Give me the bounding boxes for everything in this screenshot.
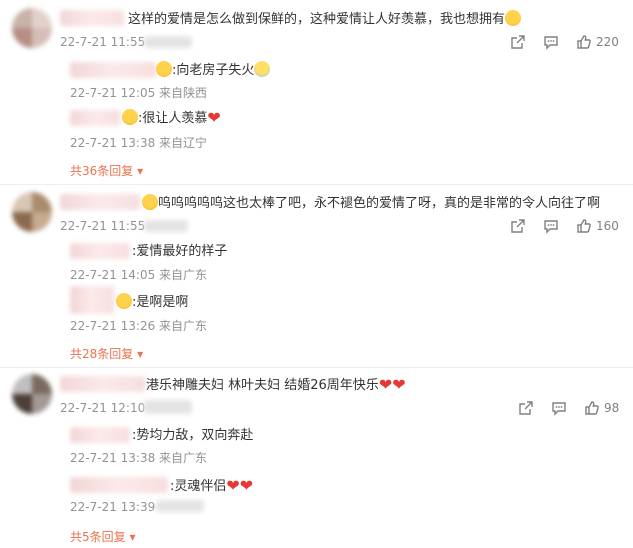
heart-eyes-emoji-icon [116,293,132,309]
source-blur [156,500,204,512]
chevron-down-icon: ▾ [133,164,144,178]
comment-button[interactable] [543,218,559,234]
red-heart-icon: ❤ [239,476,254,495]
source-blur [144,220,188,232]
comment-icon [543,218,559,234]
reply-username[interactable] [70,62,156,78]
timestamp: 22-7-21 11:55 [60,35,146,49]
heart-eyes-emoji-icon [122,109,138,125]
thumbs-up-icon [584,400,600,416]
source-blur [144,36,192,48]
red-heart-icon: ❤ [207,108,221,127]
share-icon [510,34,526,50]
reply-text: :势均力敌，双向奔赴 [132,428,254,443]
comment-text: 港乐神雕夫妇 林叶夫妇 结婚26周年快乐❤❤ [146,375,406,394]
reply-meta: 22-7-21 13:39 [70,500,156,514]
reply-meta: 22-7-21 14:05 来自广东 [70,268,208,282]
share-button[interactable] [510,34,526,50]
comment-button[interactable] [551,400,567,416]
reply-text: :是啊是啊 [116,293,188,311]
red-heart-icon: ❤ [378,375,393,394]
reply-text: :灵魂伴侣❤❤ [170,476,254,495]
reply-meta: 22-7-21 12:05 来自陕西 [70,86,208,100]
thumbs-up-icon [576,34,592,50]
username[interactable] [60,194,140,210]
laughing-emoji-icon [505,10,522,26]
reply-meta: 22-7-21 13:38 来自广东 [70,451,208,465]
like-button[interactable]: 220 [576,34,619,50]
reply-meta: 22-7-21 13:38 来自辽宁 [70,136,208,150]
heart-eyes-emoji-icon [156,61,172,77]
red-heart-icon: ❤ [392,375,406,394]
avatar[interactable] [12,8,52,48]
reply-username[interactable] [70,110,120,126]
timestamp: 22-7-21 12:10 [60,401,146,415]
comment-text: 呜呜呜呜呜这也太棒了吧，永不褪色的爱情了呀，真的是非常的令人向往了啊 [142,194,600,212]
chevron-down-icon: ▾ [133,347,144,361]
divider [0,184,633,185]
like-count: 220 [596,35,619,49]
reply-username[interactable] [70,243,130,259]
username[interactable] [60,10,124,26]
reply-username[interactable] [70,477,168,493]
avatar[interactable] [12,192,52,232]
reply-username[interactable] [70,286,114,314]
more-replies-link[interactable]: 共36条回复 ▾ [70,162,143,179]
reply-text: :向老房子失火 [156,61,271,79]
thumbs-up-icon [576,218,592,234]
like-button[interactable]: 98 [584,400,619,416]
divider [0,367,633,368]
heart-eyes-emoji-icon [142,194,158,210]
share-icon [518,400,534,416]
comment-button[interactable] [543,34,559,50]
share-button[interactable] [510,218,526,234]
comment-icon [543,34,559,50]
like-count: 160 [596,219,619,233]
reply-text: :很让人羡慕❤ [122,109,221,127]
reply-username[interactable] [70,427,130,443]
comment-icon [551,400,567,416]
reply-meta: 22-7-21 13:26 来自广东 [70,319,208,333]
avatar[interactable] [12,374,52,414]
share-icon [510,218,526,234]
reply-text: :爱情最好的样子 [132,244,228,259]
more-replies-link[interactable]: 共28条回复 ▾ [70,345,143,362]
like-button[interactable]: 160 [576,218,619,234]
red-heart-icon: ❤ [226,476,240,495]
username[interactable] [60,376,146,392]
crying-emoji-icon [254,61,271,77]
more-replies-link[interactable]: 共5条回复 ▾ [70,528,135,545]
source-blur [144,400,192,414]
timestamp: 22-7-21 11:55 [60,219,146,233]
like-count: 98 [604,401,620,415]
chevron-down-icon: ▾ [125,530,136,544]
share-button[interactable] [518,400,534,416]
comment-text: 这样的爱情是怎么做到保鲜的，这种爱情让人好羡慕，我也想拥有 [128,10,522,28]
